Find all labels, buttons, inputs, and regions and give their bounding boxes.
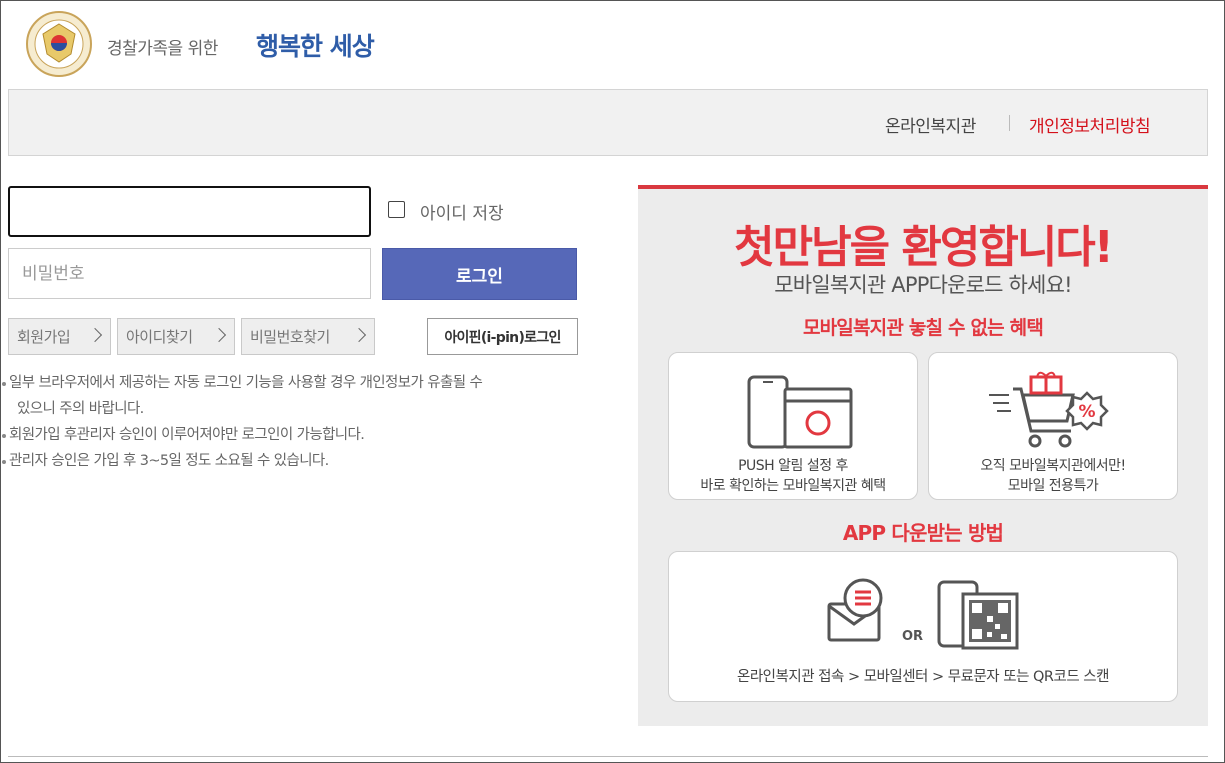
envelope-icon (827, 578, 883, 642)
note-item: 관리자 승인은 가입 후 3~5일 정도 소요될 수 있습니다. (1, 448, 601, 474)
logo-title[interactable]: 행복한 세상 (256, 27, 375, 63)
download-method-card: 온라인복지관 접속 > 모바일센터 > 무료문자 또는 QR코드 스캔 (668, 551, 1178, 702)
note-text: 일부 브라우저에서 제공하는 자동 로그인 기능을 사용할 경우 개인정보가 유… (9, 375, 483, 391)
chevron-right-icon (211, 327, 227, 343)
chevron-right-icon (87, 327, 103, 343)
logo-subtitle: 경찰가족을 위한 (107, 39, 218, 59)
note-text: 회원가입 후관리자 승인이 이루어져야만 로그인이 가능합니다. (9, 427, 365, 443)
user-id-input[interactable] (8, 186, 371, 237)
qr-code-icon (937, 580, 1019, 650)
card-text-line: 바로 확인하는 모바일복지관 혜택 (700, 478, 886, 494)
find-id-button-label: 아이디찾기 (126, 328, 193, 346)
nav-link-online-welfare[interactable]: 온라인복지관 (885, 112, 976, 137)
note-item: 회원가입 후관리자 승인이 이루어져야만 로그인이 가능합니다. (1, 422, 601, 448)
benefit-card-special-price: % 오직 모바일복지관에서만! 모바일 전용특가 (928, 352, 1178, 500)
top-nav-bar: 온라인복지관 개인정보처리방침 (8, 89, 1208, 156)
police-emblem-icon[interactable] (25, 10, 93, 78)
nav-divider (1009, 115, 1010, 131)
find-id-button[interactable]: 아이디찾기 (117, 318, 235, 355)
note-text: 관리자 승인은 가입 후 3~5일 정도 소요될 수 있습니다. (9, 453, 329, 469)
footer-divider (8, 756, 1208, 757)
nav-link-privacy-policy[interactable]: 개인정보처리방침 (1029, 112, 1151, 137)
login-notes: 일부 브라우저에서 제공하는 자동 로그인 기능을 사용할 경우 개인정보가 유… (1, 370, 601, 474)
card-text-line: 오직 모바일복지관에서만! (980, 458, 1126, 474)
app-promo-panel: 첫만남을 환영합니다! 모바일복지관 APP다운로드 하세요! 모바일복지관 놓… (638, 185, 1208, 726)
save-id-checkbox[interactable] (388, 201, 405, 218)
promo-title: 첫만남을 환영합니다! (734, 222, 1114, 273)
benefits-heading: 모바일복지관 놓칠 수 없는 혜택 (802, 317, 1044, 339)
download-heading: APP 다운받는 방법 (842, 521, 1004, 545)
chevron-right-icon (351, 327, 367, 343)
card-text-line: 모바일 전용특가 (1007, 478, 1099, 494)
or-label: OR (902, 629, 924, 644)
note-item: 일부 브라우저에서 제공하는 자동 로그인 기능을 사용할 경우 개인정보가 유… (1, 370, 601, 396)
shopping-cart-icon: % (989, 371, 1109, 448)
card-text-line: PUSH 알림 설정 후 (738, 458, 848, 474)
download-steps-text: 온라인복지관 접속 > 모바일센터 > 무료문자 또는 QR코드 스캔 (737, 669, 1109, 685)
promo-subtitle: 모바일복지관 APP다운로드 하세요! (774, 273, 1072, 297)
password-input[interactable] (8, 248, 371, 299)
find-password-button[interactable]: 비밀번호찾기 (241, 318, 375, 355)
find-password-button-label: 비밀번호찾기 (250, 328, 330, 346)
benefit-card-push: PUSH 알림 설정 후 바로 확인하는 모바일복지관 혜택 (668, 352, 918, 500)
svg-text:%: % (1078, 402, 1095, 422)
ipin-login-button[interactable]: 아이핀(i-pin)로그인 (427, 318, 578, 355)
smartphone-icon (747, 375, 853, 449)
signup-button[interactable]: 회원가입 (8, 318, 111, 355)
signup-button-label: 회원가입 (17, 328, 71, 346)
save-id-label[interactable]: 아이디 저장 (420, 199, 504, 224)
login-button[interactable]: 로그인 (382, 248, 577, 300)
note-text-continued: 있으니 주의 바랍니다. (17, 401, 144, 417)
